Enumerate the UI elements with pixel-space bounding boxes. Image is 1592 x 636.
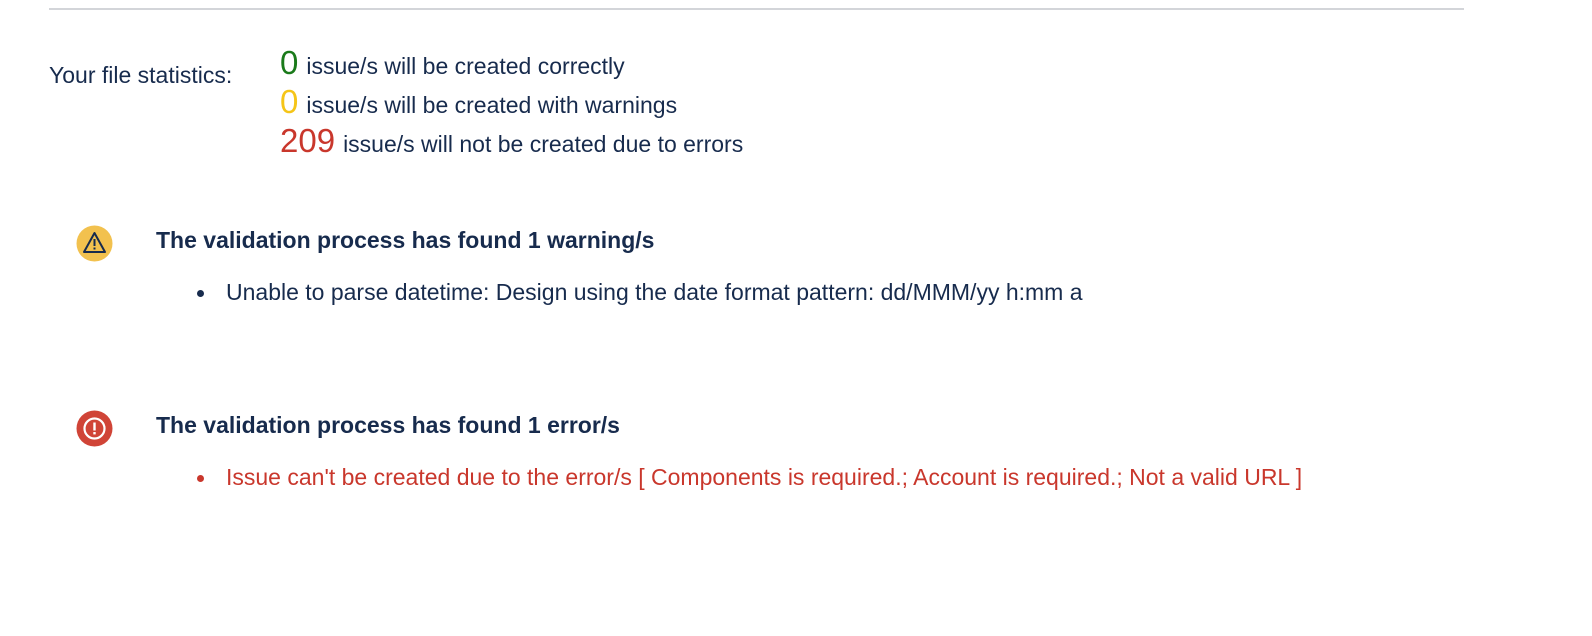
top-divider (49, 8, 1464, 10)
created-with-warnings-count: 0 (280, 83, 299, 120)
created-with-warnings-text: issue/s will be created with warnings (306, 92, 678, 118)
error-list-item: Issue can't be created due to the error/… (197, 460, 1412, 495)
warning-triangle-icon (76, 225, 113, 262)
warning-list: Unable to parse datetime: Design using t… (197, 275, 1412, 310)
stat-created-correctly: 0 issue/s will be created correctly (280, 44, 625, 84)
created-correctly-text: issue/s will be created correctly (306, 53, 625, 79)
warning-title: The validation process has found 1 warni… (156, 227, 655, 253)
created-correctly-count: 0 (280, 44, 299, 81)
not-created-text: issue/s will not be created due to error… (343, 131, 744, 157)
warning-list-item: Unable to parse datetime: Design using t… (197, 275, 1412, 310)
file-statistics-label: Your file statistics: (49, 62, 233, 88)
not-created-count: 209 (280, 122, 336, 159)
error-exclamation-icon (76, 410, 113, 447)
stat-not-created: 209 issue/s will not be created due to er… (280, 122, 743, 162)
stat-created-with-warnings: 0 issue/s will be created with warnings (280, 83, 677, 123)
error-list: Issue can't be created due to the error/… (197, 460, 1412, 495)
error-title: The validation process has found 1 error… (156, 412, 620, 438)
